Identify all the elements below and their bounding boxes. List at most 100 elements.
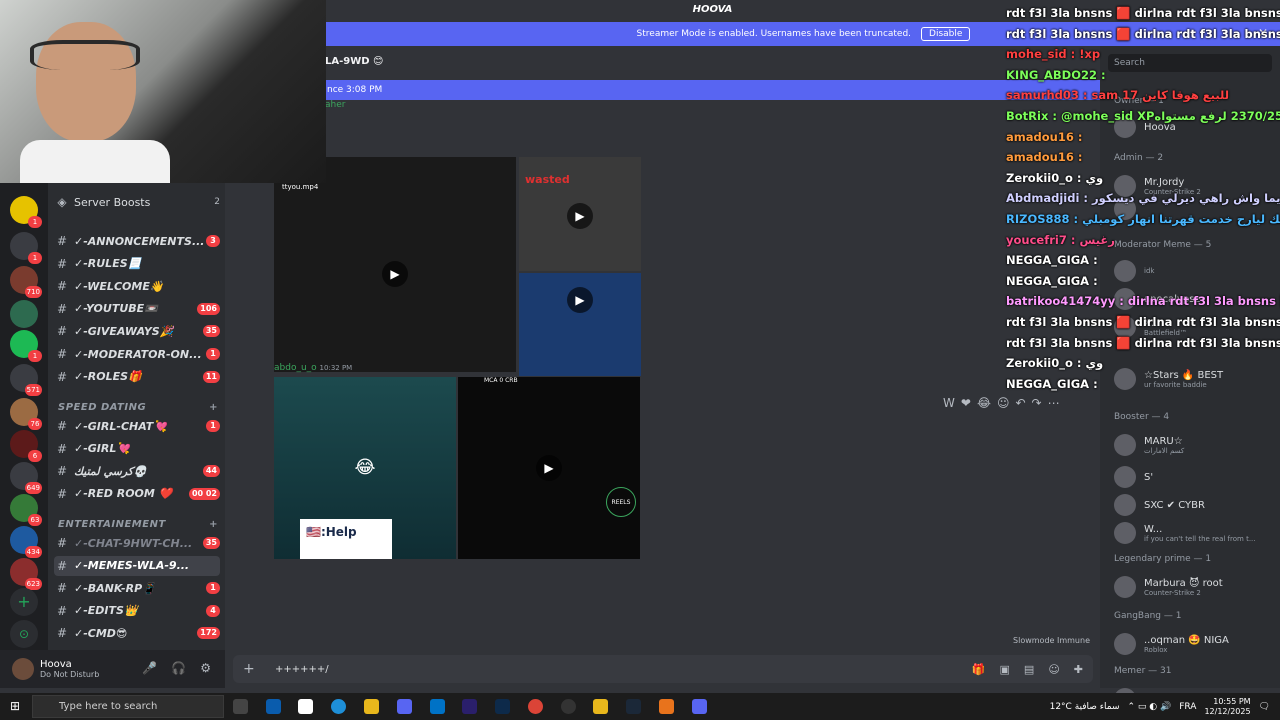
member-item[interactable]: W... if you can't tell the real from t... [1114, 520, 1274, 546]
store-icon[interactable] [266, 699, 281, 714]
server-icon[interactable]: 710 [10, 266, 42, 298]
discover-icon[interactable]: ⊙ [10, 620, 38, 648]
reaction-laugh-icon[interactable]: 😂 [977, 396, 991, 410]
headset-icon[interactable]: 🎧 [171, 661, 186, 675]
language[interactable]: FRA [1179, 702, 1196, 712]
disable-button[interactable]: Disable [921, 27, 971, 41]
attach-icon[interactable]: + [243, 661, 259, 677]
settings-gear-icon[interactable]: ⚙ [200, 661, 211, 675]
member-item[interactable]: S' [1114, 464, 1274, 490]
premiere-icon[interactable] [462, 699, 477, 714]
reaction-w-icon[interactable]: W [943, 396, 955, 410]
steam-icon[interactable] [626, 699, 641, 714]
video-attachment[interactable]: ttyou.mp4 ▶ [274, 157, 516, 372]
server-icon[interactable]: 1 [10, 330, 42, 362]
taskbar-search[interactable]: Type here to search [32, 695, 224, 718]
server-icon[interactable] [10, 300, 38, 328]
obs-icon[interactable] [561, 699, 576, 714]
server-boosts[interactable]: ◈ Server Boosts 2 [54, 192, 220, 212]
member-item[interactable]: SXC ✔ CYBR [1114, 492, 1274, 518]
weather[interactable]: 12°C سماء صافية [1050, 702, 1120, 712]
add-reaction-icon[interactable]: ☺ [997, 396, 1010, 410]
play-icon[interactable]: ▶ [536, 455, 562, 481]
laughing-emoji-icon[interactable]: 😂 [352, 455, 378, 481]
channel-item[interactable]: # ✓-BANK-RP📱 1 [54, 578, 220, 598]
discord-icon[interactable] [397, 699, 412, 714]
channel-item[interactable]: # ✓-RED ROOM ❤️ 00 02 [54, 484, 220, 504]
user-name[interactable]: Hoova [40, 659, 99, 670]
chrome-icon[interactable] [528, 699, 543, 714]
video-attachment[interactable]: MCA 0 CRB ▶ REELS [458, 377, 640, 559]
new-messages-bar[interactable]: nce 3:08 PM [325, 80, 1105, 100]
channel-item[interactable]: # ✓-WELCOME👋 [54, 276, 220, 296]
category-speed-dating[interactable]: SPEED DATING + [58, 402, 218, 413]
gift-icon[interactable]: 🎁 [972, 663, 986, 676]
reaction-heart-icon[interactable]: ❤ [961, 396, 971, 410]
video-attachment[interactable]: ▶ [519, 273, 641, 376]
channel-item[interactable]: # ✓-GIRL-CHAT💘 1 [54, 416, 220, 436]
channel-item[interactable]: # ✓-GIRL💘 [54, 439, 220, 459]
video-attachment[interactable]: 😂 🇺🇸:Help [274, 377, 456, 559]
app-icon[interactable] [659, 699, 674, 714]
member-item[interactable]: ..oqman 🤩 NIGA Roblox [1114, 631, 1274, 657]
app-icon[interactable] [692, 699, 707, 714]
emoji-icon[interactable]: ☺ [1048, 663, 1059, 676]
channel-item[interactable]: # ✓-YOUTUBE📼 106 [54, 299, 220, 319]
reply-icon[interactable]: ↶ [1015, 396, 1025, 410]
edge-icon[interactable] [331, 699, 346, 714]
server-icon[interactable]: 76 [10, 398, 42, 430]
sticker-icon[interactable]: ▤ [1024, 663, 1034, 676]
explorer-icon[interactable] [364, 699, 379, 714]
clip-author-name[interactable]: abdo_u_o [274, 363, 317, 373]
chat-line: rdt f3l 3la bnsns 🟥 dirlna rdt f3l 3la b… [1006, 315, 1280, 329]
photoshop-icon[interactable] [495, 699, 510, 714]
server-icon[interactable]: 1 [10, 196, 42, 228]
server-icon[interactable]: 1 [10, 232, 42, 264]
channel-item[interactable]: # ✓-MEMES-WLA-9... [54, 555, 220, 576]
play-icon[interactable]: ▶ [567, 287, 593, 313]
channel-item[interactable]: # ✓-RULES📃 [54, 254, 220, 274]
message-input[interactable]: ++++++/ [275, 664, 329, 675]
play-icon[interactable]: ▶ [382, 261, 408, 287]
member-item[interactable]: Marbura 😈 root Counter-Strike 2 [1114, 574, 1274, 600]
apps-icon[interactable]: ✚ [1074, 663, 1083, 676]
channel-item[interactable]: # ✓-CHAT-9HWT-CH... 35 [54, 533, 220, 553]
server-icon[interactable]: 6 [10, 430, 42, 462]
message-composer[interactable]: + ++++++/ 🎁 ▣ ▤ ☺ ✚ [233, 655, 1093, 683]
channel-item[interactable]: # ✓-GIVEAWAYS🎉 35 [54, 321, 220, 341]
task-view-icon[interactable] [233, 699, 248, 714]
app-icon[interactable] [593, 699, 608, 714]
channel-item[interactable]: # ✓-ANNONCEMENTS... 3 [54, 231, 220, 251]
video-attachment[interactable]: wasted ▶ [519, 157, 641, 271]
server-icon[interactable]: 434 [10, 526, 42, 558]
notification-icon[interactable]: 🗨 [1259, 702, 1270, 712]
clip-author[interactable]: abdo_u_o 10:32 PM [274, 363, 352, 373]
channel-item[interactable]: # ✓-ROLES🎁 11 [54, 367, 220, 387]
mic-icon[interactable]: 🎤 [142, 661, 157, 675]
windows-start-icon[interactable]: ⊞ [10, 699, 20, 713]
clock[interactable]: 10:55 PM 12/12/2025 [1204, 697, 1250, 717]
tray-icons[interactable]: ⌃ ▭ ◐ 🔊 [1128, 702, 1172, 712]
message-author[interactable]: aher [325, 100, 345, 110]
chat-line: youcefri7 : رغيس [1006, 232, 1115, 247]
channel-item[interactable]: # كرسي لمتيك💀 44 [54, 461, 220, 481]
outlook-icon[interactable] [430, 699, 445, 714]
channel-item[interactable]: # ✓-EDITS👑 4 [54, 601, 220, 621]
server-icon[interactable]: 63 [10, 494, 42, 526]
add-channel-icon[interactable]: + [209, 402, 218, 413]
more-icon[interactable]: ⋯ [1048, 396, 1060, 410]
add-server-icon[interactable]: + [10, 588, 38, 616]
member-item[interactable]: MARU☆ كسم الامارات [1114, 432, 1274, 458]
channel-item[interactable]: # ✓-MODERATOR-ON... 1 [54, 344, 220, 364]
gif-icon[interactable]: ▣ [1000, 663, 1010, 676]
server-icon[interactable]: 649 [10, 462, 42, 494]
avatar[interactable] [12, 658, 34, 680]
add-channel-icon[interactable]: + [209, 519, 218, 530]
play-icon[interactable]: ▶ [567, 203, 593, 229]
forward-icon[interactable]: ↷ [1032, 396, 1042, 410]
server-icon[interactable]: 571 [10, 364, 42, 396]
files-icon[interactable] [298, 699, 313, 714]
channel-item[interactable]: # ✓-CMD😎 172 [54, 623, 220, 643]
server-icon[interactable]: 623 [10, 558, 42, 590]
category-entertainement[interactable]: ENTERTAINEMENT + [58, 519, 218, 530]
